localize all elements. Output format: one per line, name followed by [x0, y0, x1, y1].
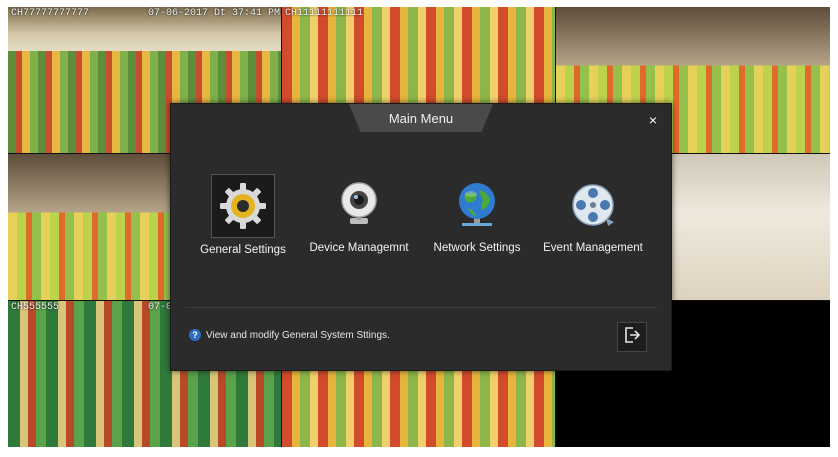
menu-item-label: Device Managemnt [309, 242, 409, 254]
film-reel-icon [562, 174, 624, 236]
menu-item-label: General Settings [200, 244, 286, 256]
channel-label: CH11111111111 [285, 8, 364, 19]
globe-network-icon [446, 174, 508, 236]
channel-label: CH555555 [11, 302, 60, 313]
network-settings-button[interactable]: Network Settings [417, 174, 537, 254]
hint-text: View and modify General System Sttings. [206, 329, 390, 341]
channel-label: CH77777777777 [11, 8, 90, 19]
exit-button[interactable] [617, 322, 647, 352]
menu-items: General Settings Device Managemnt Networ… [171, 174, 671, 274]
gear-icon [211, 174, 275, 238]
device-management-button[interactable]: Device Managemnt [299, 174, 419, 254]
dialog-title: Main Menu [388, 111, 454, 126]
general-settings-button[interactable]: General Settings [183, 174, 303, 256]
camera-icon [328, 174, 390, 236]
close-button[interactable]: × [645, 112, 661, 128]
event-management-button[interactable]: Event Management [533, 174, 653, 254]
timestamp-label: 07-06-2017 Dt 37:41 PM [148, 8, 281, 19]
timestamp-label: 07-0 [148, 302, 173, 313]
hint-bar: ? View and modify General System Sttings… [189, 329, 390, 341]
main-menu-dialog: Main Menu × General Settings Device Mana… [170, 103, 672, 371]
divider [185, 307, 657, 308]
help-icon: ? [189, 329, 201, 341]
menu-item-label: Network Settings [433, 242, 521, 254]
exit-icon [623, 326, 641, 349]
menu-item-label: Event Management [543, 242, 643, 254]
